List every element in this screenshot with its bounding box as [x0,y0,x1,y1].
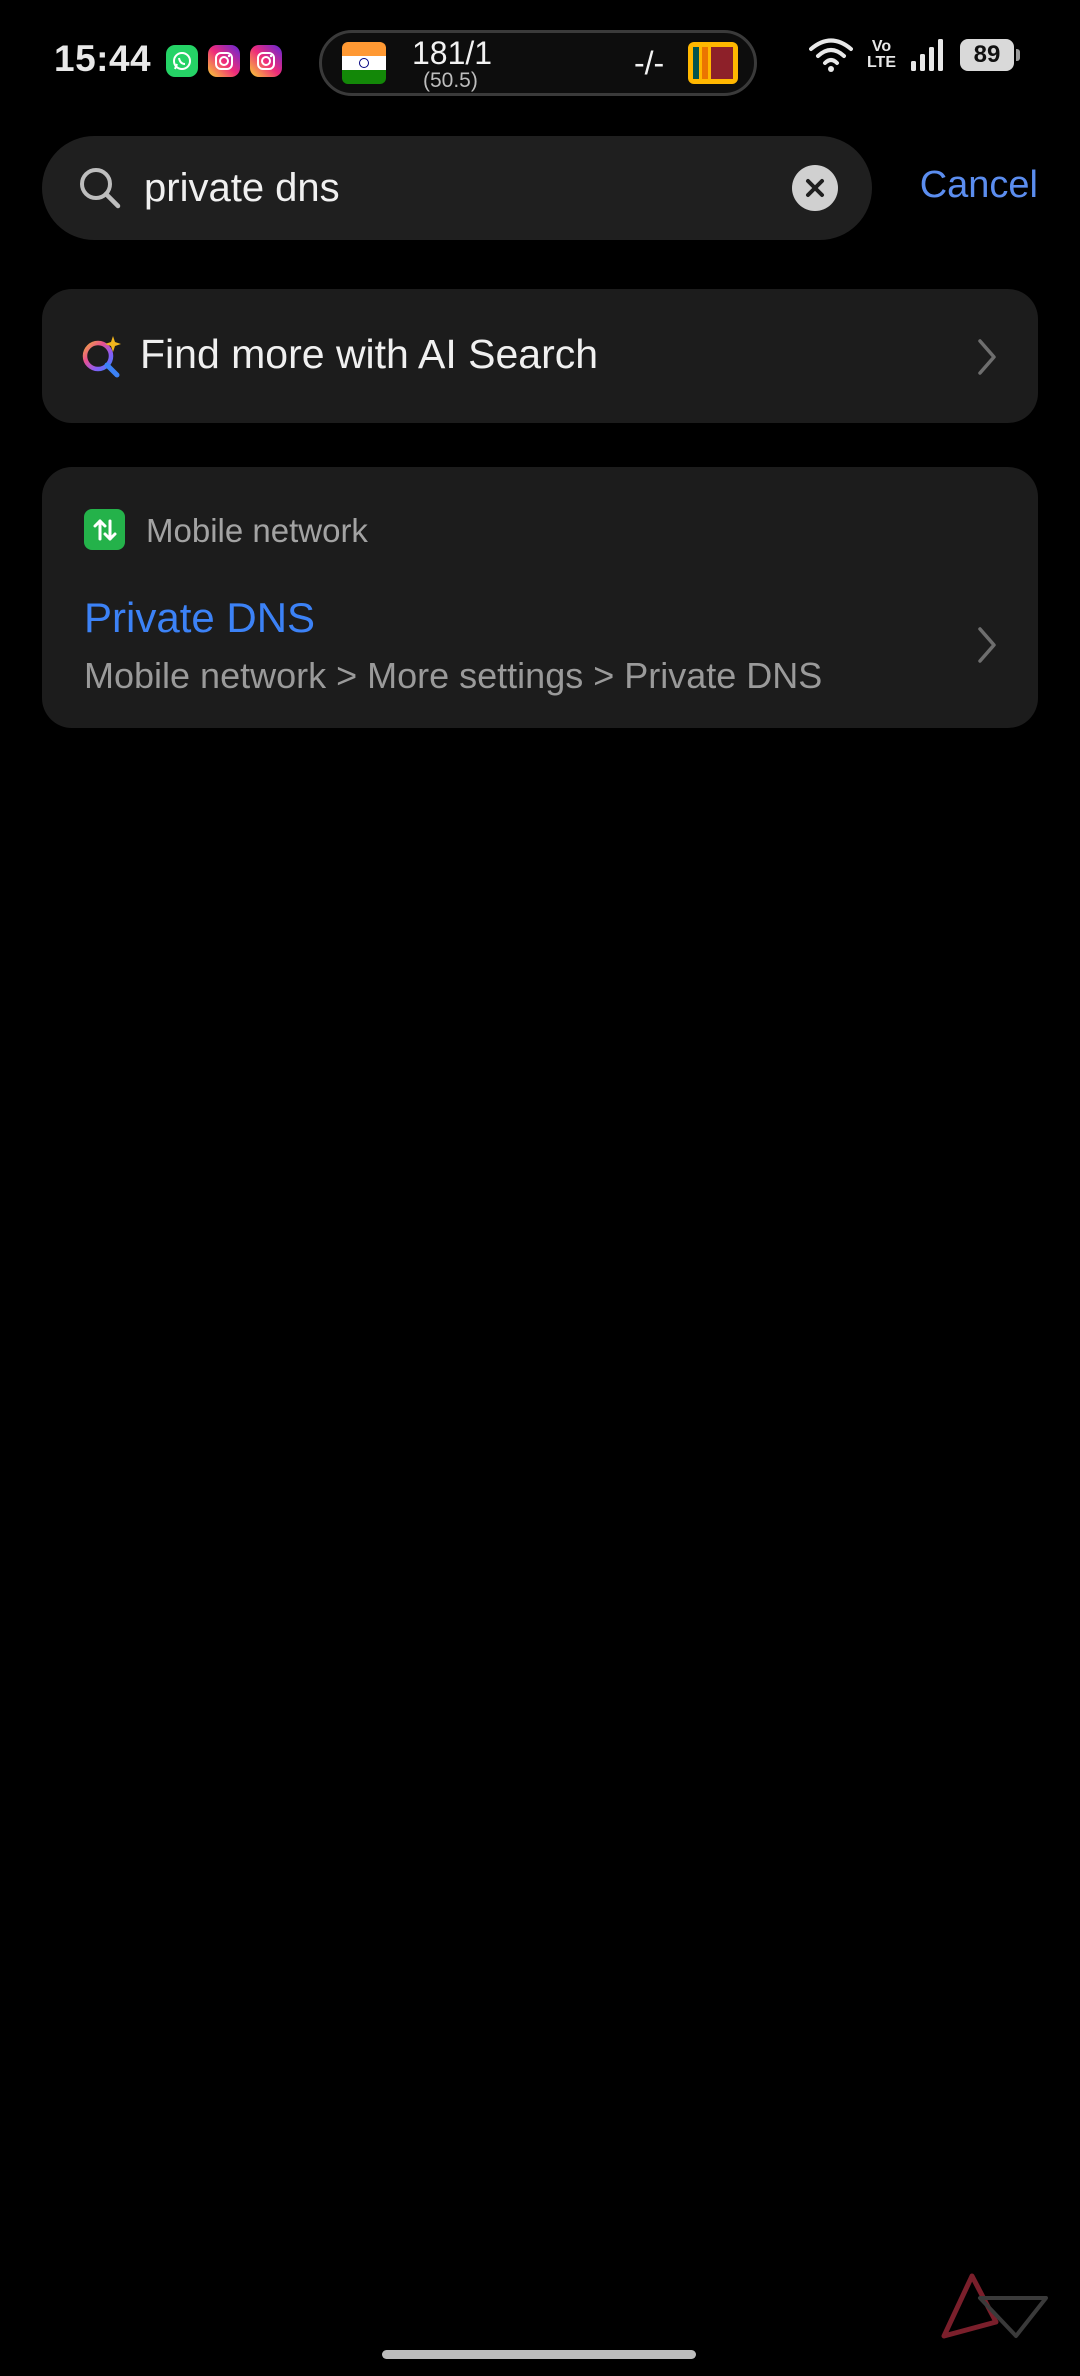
result-path: Mobile network > More settings > Private… [84,655,823,696]
team1-score: 181/1 [412,35,493,71]
search-box[interactable] [42,136,872,240]
volte-bottom-label: LTE [866,54,896,71]
close-icon [806,179,824,197]
sri-lanka-flag-icon [688,42,738,84]
notification-icons [166,45,282,77]
instagram-icon [208,45,240,77]
clear-search-button[interactable] [792,165,838,211]
volte-top-label: Vo [871,38,892,55]
home-indicator[interactable] [382,2350,696,2359]
search-result-card[interactable]: Mobile network Private DNS Mobile networ… [42,467,1038,728]
volte-icon: Vo LTE [867,39,896,71]
system-status-icons: Vo LTE 89 [808,38,1020,72]
battery-icon: 89 [960,39,1020,71]
chevron-right-icon [978,627,996,663]
team2-score: -/- [634,45,665,81]
mobile-network-icon [84,509,125,550]
ai-search-card[interactable]: Find more with AI Search [42,289,1038,423]
instagram-icon [250,45,282,77]
wifi-icon [808,38,853,72]
ai-search-icon [82,336,121,378]
ai-search-label: Find more with AI Search [140,331,599,377]
chevron-right-icon [978,339,996,375]
team1-overs: (50.5) [423,69,478,92]
search-input[interactable] [144,160,744,216]
result-category-label: Mobile network [146,512,368,549]
status-bar: 15:44 181/1 (50.5) -/- Vo LTE 89 [0,0,1080,120]
cancel-button[interactable]: Cancel [920,164,1038,207]
status-time: 15:44 [54,38,152,79]
india-flag-icon [342,42,386,84]
search-icon [80,168,121,209]
result-title: Private DNS [84,594,316,641]
battery-level: 89 [973,41,1001,68]
signal-icon [911,39,943,71]
live-score-pill[interactable]: 181/1 (50.5) -/- [319,30,757,96]
whatsapp-icon [166,45,198,77]
watermark-logo-icon [941,2273,1048,2339]
